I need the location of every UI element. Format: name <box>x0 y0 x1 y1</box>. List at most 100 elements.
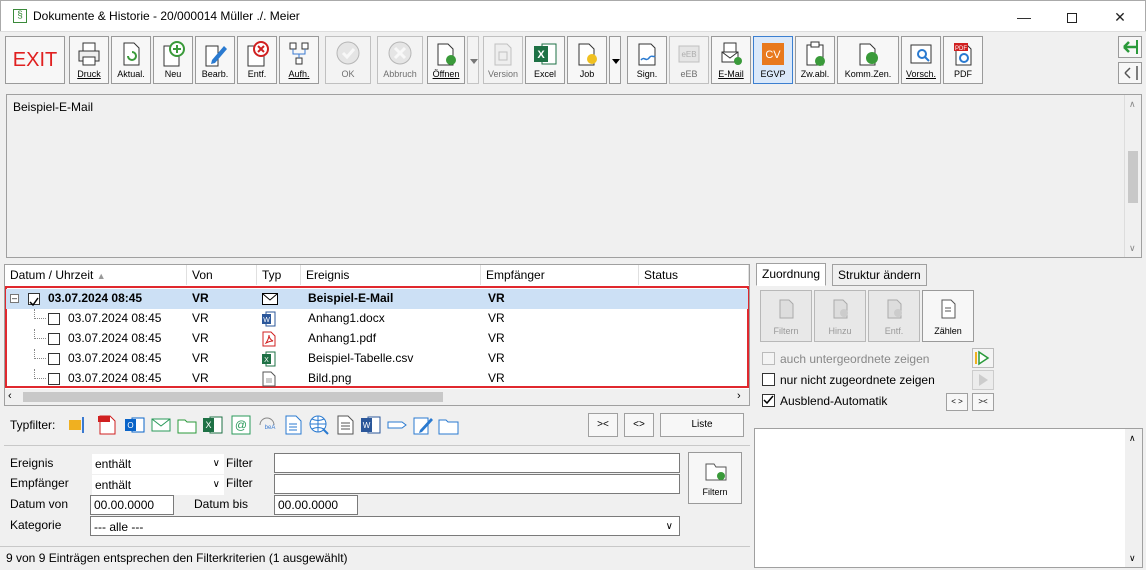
oeffnen-dropdown-button[interactable] <box>467 36 479 84</box>
folder-open-filter-icon[interactable] <box>438 414 460 436</box>
datum-bis-input[interactable]: 00.00.0000 <box>274 495 358 515</box>
row-checkbox[interactable] <box>48 373 60 385</box>
scroll-down-icon[interactable]: ∨ <box>1129 243 1136 254</box>
version-button[interactable]: Version <box>483 36 523 84</box>
druck-button[interactable]: Druck <box>69 36 109 84</box>
table-row[interactable]: 03.07.2024 08:45 VR X Beispiel-Tabelle.c… <box>6 349 748 369</box>
eeb-button[interactable]: eEB eEB <box>669 36 709 84</box>
maximize-button[interactable] <box>1049 5 1095 29</box>
table-row[interactable]: – 03.07.2024 08:45 VR Beispiel-E-Mail VR <box>6 289 748 309</box>
tree-line <box>34 329 46 339</box>
ereignis-operator-select[interactable]: enthält ∨ <box>92 454 224 474</box>
window-title: Dokumente & Historie - 20/000014 Müller … <box>33 9 300 23</box>
aktual-button[interactable]: Aktual. <box>111 36 151 84</box>
scroll-up-icon[interactable]: ∧ <box>1129 99 1136 110</box>
folder-filter-icon[interactable] <box>176 414 198 436</box>
col-header-von[interactable]: Von <box>187 265 257 285</box>
table-row[interactable]: 03.07.2024 08:45 VR Anhang1.pdf VR <box>6 329 748 349</box>
expand-right-button[interactable] <box>1118 62 1142 84</box>
email-button[interactable]: E-Mail <box>711 36 751 84</box>
at-filter-icon[interactable]: @ <box>230 414 252 436</box>
job-button[interactable]: Job <box>567 36 607 84</box>
pdf-filter-icon[interactable] <box>96 414 118 436</box>
bea-filter-icon[interactable]: beA <box>256 414 278 436</box>
scroll-down-icon[interactable]: ∨ <box>1129 553 1136 564</box>
outlook-filter-icon[interactable]: O <box>124 414 146 436</box>
excel-button[interactable]: X Excel <box>525 36 565 84</box>
mail-outline-filter-icon[interactable] <box>150 414 172 436</box>
email-scroll-thumb[interactable] <box>1128 151 1138 203</box>
svg-text:W: W <box>363 421 371 430</box>
collapse-all-button[interactable]: >< <box>588 413 618 437</box>
expand-nav-button[interactable]: < > <box>946 393 968 411</box>
ausblend-automatik-checkbox[interactable] <box>762 394 775 407</box>
zuordnung-tree[interactable]: ∧ ∨ <box>754 428 1143 568</box>
expand-all-button[interactable]: <> <box>624 413 654 437</box>
nur-nicht-zugeordnete-checkbox[interactable] <box>762 373 775 386</box>
close-window-button[interactable]: ✕ <box>1097 5 1143 29</box>
play-disabled-button[interactable] <box>972 370 994 390</box>
vorsch-button[interactable]: Vorsch. <box>901 36 941 84</box>
collapse-right-button[interactable] <box>1118 36 1142 58</box>
table-scroll-thumb[interactable] <box>23 392 443 402</box>
table-hscrollbar[interactable]: ‹ › <box>5 389 749 405</box>
neu-button[interactable]: Neu <box>153 36 193 84</box>
email-vscrollbar[interactable]: ∧ ∨ <box>1124 95 1141 257</box>
abbruch-button[interactable]: Abbruch <box>377 36 423 84</box>
exit-button[interactable]: EXIT <box>5 36 65 84</box>
right-entf-button[interactable]: Entf. <box>868 290 920 342</box>
right-filtern-button[interactable]: Filtern <box>760 290 812 342</box>
aufh-button[interactable]: Aufh. <box>279 36 319 84</box>
col-header-datum[interactable]: Datum / Uhrzeit ▲ <box>5 265 187 285</box>
ok-button[interactable]: OK <box>325 36 371 84</box>
filtern-button[interactable]: Filtern <box>688 452 742 504</box>
marker-filter-icon[interactable] <box>66 414 88 436</box>
collapse-nav-button[interactable]: >< <box>972 393 994 411</box>
entf-button[interactable]: Entf. <box>237 36 277 84</box>
col-header-ereignis[interactable]: Ereignis <box>301 265 481 285</box>
empfaenger-filter-input[interactable] <box>274 474 680 494</box>
right-hinzu-button[interactable]: Hinzu <box>814 290 866 342</box>
pdf-button[interactable]: PDF PDF <box>943 36 983 84</box>
play-outline-button[interactable] <box>972 348 994 368</box>
email-preview[interactable]: Beispiel-E-Mail ∧ ∨ <box>6 94 1142 258</box>
document-filter-icon[interactable] <box>282 414 304 436</box>
table-row[interactable]: 03.07.2024 08:45 VR W Anhang1.docx VR <box>6 309 748 329</box>
egvp-button[interactable]: CV EGVP <box>753 36 793 84</box>
row-checkbox[interactable] <box>48 313 60 325</box>
row-checkbox[interactable] <box>48 353 60 365</box>
table-row[interactable]: 03.07.2024 08:45 VR Bild.png VR <box>6 369 748 389</box>
col-header-typ[interactable]: Typ <box>257 265 301 285</box>
kategorie-select[interactable]: --- alle --- ∨ <box>90 516 680 536</box>
pen-filter-icon[interactable] <box>412 414 434 436</box>
list-document-filter-icon[interactable] <box>334 414 356 436</box>
col-header-empfaenger[interactable]: Empfänger <box>481 265 639 285</box>
auch-untergeordnete-checkbox[interactable] <box>762 352 775 365</box>
bearb-button[interactable]: Bearb. <box>195 36 235 84</box>
globe-filter-icon[interactable] <box>308 414 330 436</box>
ereignis-filter-input[interactable] <box>274 453 680 473</box>
excel-filter-icon[interactable]: X <box>202 414 224 436</box>
tree-collapse-icon[interactable]: – <box>10 294 19 303</box>
tag-filter-icon[interactable] <box>386 414 408 436</box>
row-checkbox[interactable] <box>48 333 60 345</box>
job-dropdown-button[interactable] <box>609 36 621 84</box>
row-checkbox[interactable] <box>28 293 40 307</box>
zwabl-button[interactable]: Zw.abl. <box>795 36 835 84</box>
scroll-left-icon[interactable]: ‹ <box>8 390 12 402</box>
scroll-right-icon[interactable]: › <box>737 390 741 402</box>
word-filter-icon[interactable]: W <box>360 414 382 436</box>
liste-button[interactable]: Liste <box>660 413 744 437</box>
oeffnen-button[interactable]: Öffnen <box>427 36 465 84</box>
col-header-status[interactable]: Status <box>639 265 749 285</box>
tree-vscrollbar[interactable]: ∧ ∨ <box>1125 429 1142 567</box>
kommzen-button[interactable]: Komm.Zen. <box>837 36 899 84</box>
sign-button[interactable]: Sign. <box>627 36 667 84</box>
right-zaehlen-button[interactable]: Zählen <box>922 290 974 342</box>
tab-struktur-aendern[interactable]: Struktur ändern <box>832 264 927 286</box>
scroll-up-icon[interactable]: ∧ <box>1129 433 1136 444</box>
tab-zuordnung[interactable]: Zuordnung <box>756 263 827 286</box>
datum-von-input[interactable]: 00.00.0000 <box>90 495 174 515</box>
minimize-button[interactable]: — <box>1001 5 1047 29</box>
empfaenger-operator-select[interactable]: enthält ∨ <box>92 475 224 495</box>
